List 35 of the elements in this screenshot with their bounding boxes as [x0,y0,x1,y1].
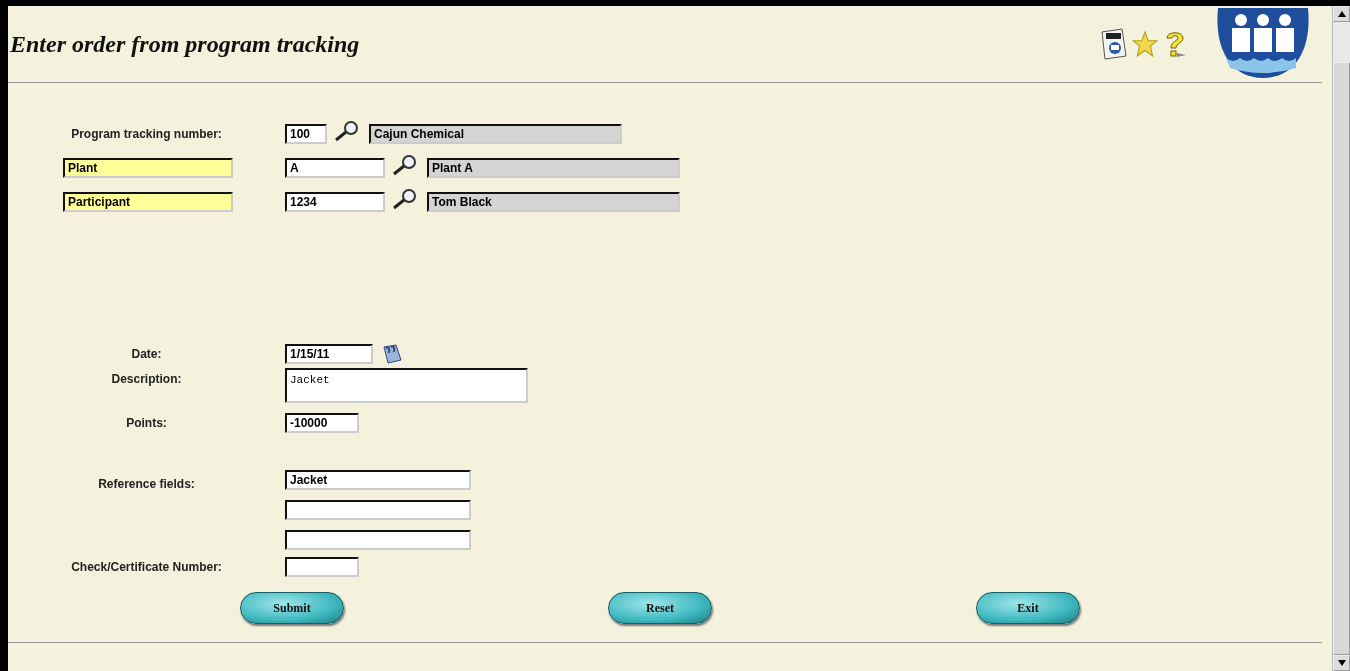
calendar-icon[interactable] [381,343,403,365]
scroll-down-icon[interactable] [1337,660,1346,666]
logo-icon [1216,8,1310,80]
code-field[interactable]: 100 [285,124,327,144]
label-field[interactable]: Participant [63,192,233,212]
field-label: Description: [111,371,182,388]
name-field[interactable]: Tom Black [427,192,680,212]
date-field[interactable]: 1/15/11 [285,344,373,364]
pill-button[interactable]: Exit [976,592,1080,624]
name-field[interactable]: Cajun Chemical [369,124,622,144]
menu-icon[interactable] [1100,28,1128,60]
label-field[interactable]: Plant [63,158,233,178]
search-icon[interactable] [333,120,361,142]
code-field[interactable]: A [285,158,385,178]
field-label: Program tracking number: [71,126,222,143]
name-field[interactable]: Plant A [427,158,680,178]
field-label: Points: [126,415,167,432]
reference-field[interactable] [285,530,471,550]
check-number-field[interactable] [285,557,359,577]
field-label: Reference fields: [98,476,195,493]
description-field[interactable]: Jacket [285,368,528,403]
scroll-up-icon[interactable] [1337,11,1346,17]
search-icon[interactable] [391,188,419,210]
points-field[interactable]: -10000 [285,413,359,433]
pill-button[interactable]: Submit [240,592,344,624]
scrollbar[interactable] [1332,6,1350,671]
search-icon[interactable] [391,154,419,176]
code-field[interactable]: 1234 [285,192,385,212]
page-title: Enter order from program tracking [10,29,360,59]
star-icon[interactable] [1132,31,1158,57]
pill-button[interactable]: Reset [608,592,712,624]
field-label: Check/Certificate Number: [71,559,222,576]
reference-field[interactable] [285,500,471,520]
reference-field[interactable]: Jacket [285,470,471,490]
field-label: Date: [131,346,162,363]
